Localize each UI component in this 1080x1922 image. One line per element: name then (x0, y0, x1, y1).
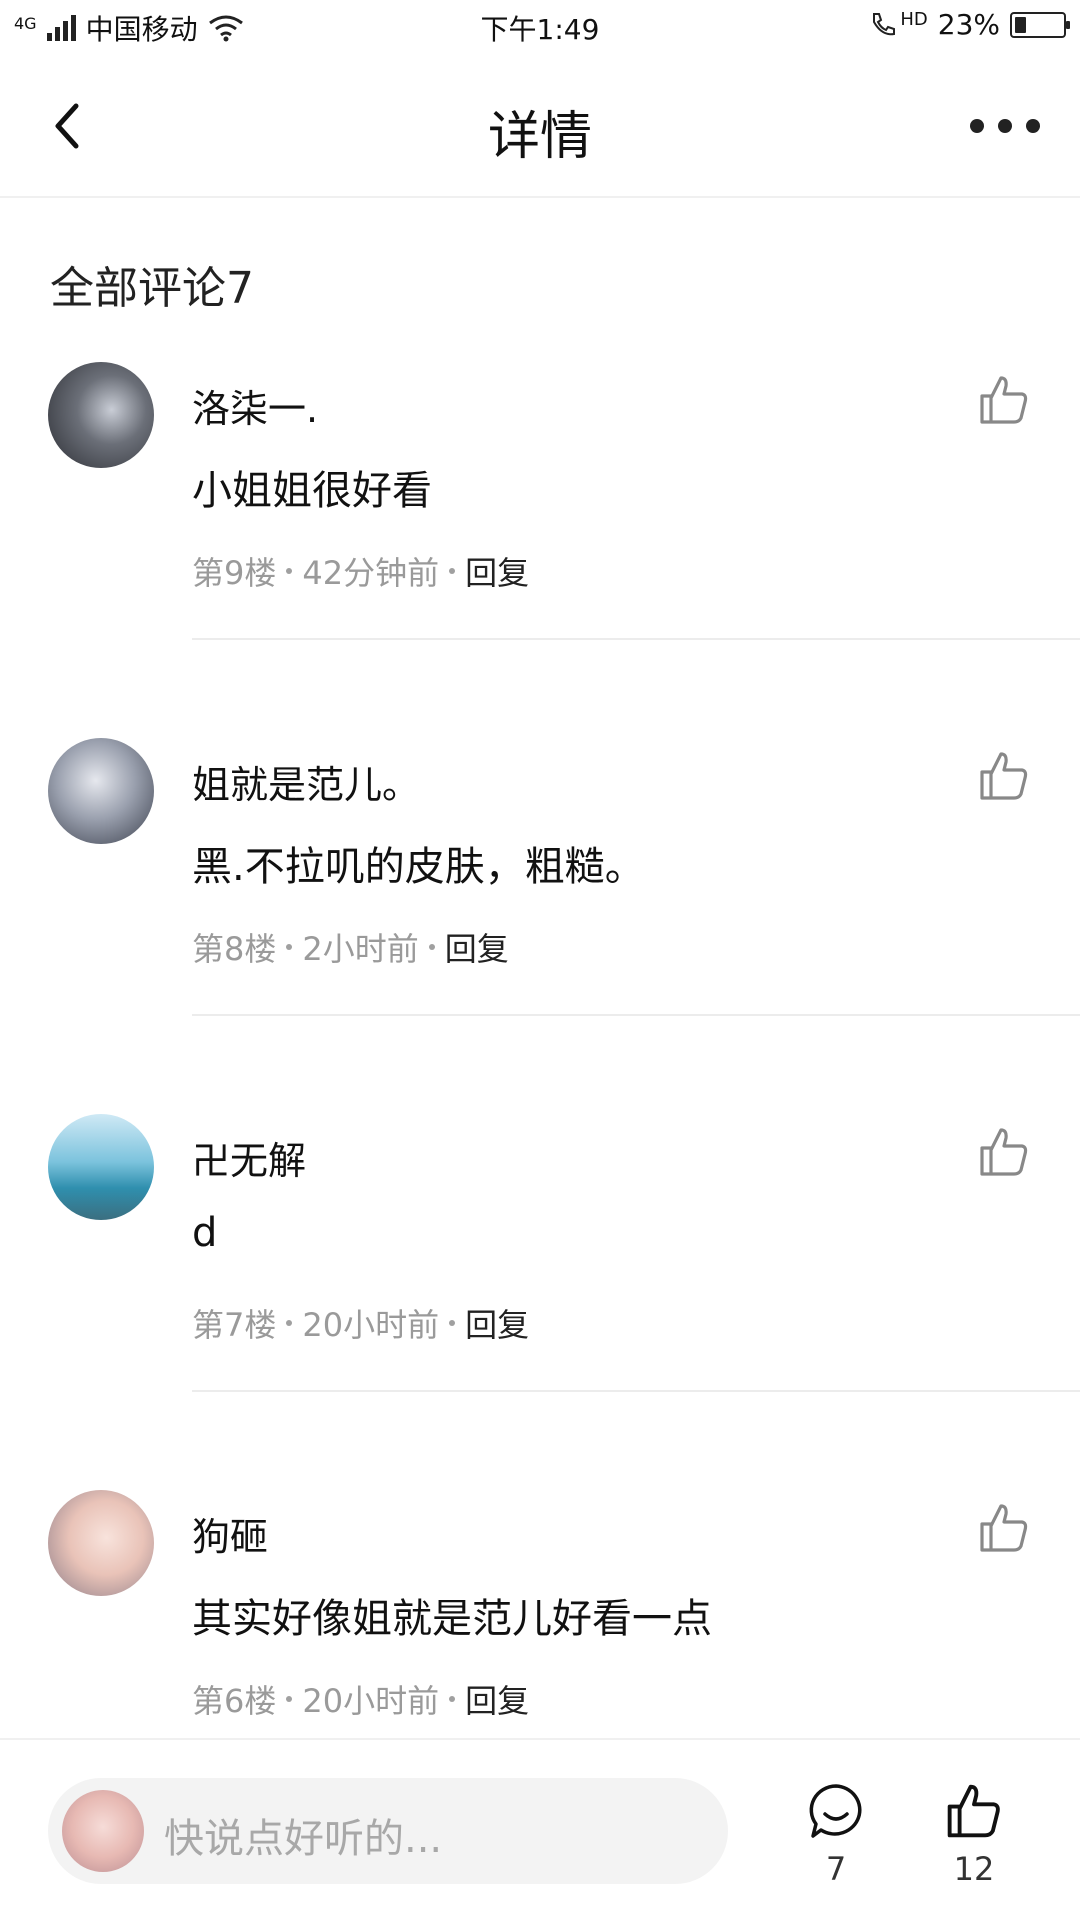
comment-meta: 第8楼 2小时前 回复 (192, 924, 509, 970)
comment-item: 洛柒一. 小姐姐很好看 第9楼 42分钟前 回复 (0, 362, 1080, 738)
avatar[interactable] (48, 1114, 154, 1220)
comment-time: 20小时前 (302, 1306, 440, 1344)
comment-time: 2小时前 (302, 930, 419, 968)
comments-button[interactable]: 7 (796, 1780, 876, 1888)
comment-floor: 第9楼 (192, 554, 277, 592)
comment-author[interactable]: 姐就是范儿。 (192, 754, 420, 809)
more-dot-icon (1026, 119, 1040, 133)
thumbs-up-icon[interactable] (976, 748, 1032, 804)
comment-floor: 第8楼 (192, 930, 277, 968)
volte-call-icon (873, 12, 896, 35)
divider (192, 638, 1080, 640)
more-options-button[interactable] (970, 106, 1040, 146)
header: 详情 (0, 56, 1080, 198)
like-count: 12 (953, 1850, 995, 1888)
hd-label: HD (900, 9, 928, 30)
comment-author[interactable]: 洛柒一. (192, 378, 318, 433)
avatar[interactable] (48, 1490, 154, 1596)
comment-time: 42分钟前 (302, 554, 440, 592)
thumbs-up-icon[interactable] (976, 1500, 1032, 1556)
comment-bubble-icon (809, 1784, 862, 1838)
comments-heading: 全部评论7 (50, 263, 254, 314)
comment-text: 小姐姐很好看 (192, 468, 432, 514)
comment-author[interactable]: 狗砸 (192, 1506, 268, 1561)
comment-floor: 第7楼 (192, 1306, 277, 1344)
battery-icon (1010, 11, 1070, 38)
reply-button[interactable]: 回复 (445, 924, 509, 970)
comment-author[interactable]: 卍无解 (192, 1130, 306, 1185)
comment-floor: 第6楼 (192, 1682, 277, 1720)
comment-meta: 第6楼 20小时前 回复 (192, 1676, 529, 1722)
comment-time: 20小时前 (302, 1682, 440, 1720)
comment-meta: 第7楼 20小时前 回复 (192, 1300, 529, 1346)
avatar[interactable] (48, 362, 154, 468)
like-post-button[interactable]: 12 (934, 1780, 1014, 1888)
comment-item: 卍无解 d 第7楼 20小时前 回复 (0, 1114, 1080, 1490)
comment-input[interactable]: 快说点好听的... (48, 1778, 728, 1884)
more-dot-icon (998, 119, 1012, 133)
thumbs-up-icon (947, 1784, 1000, 1838)
bottom-bar: 快说点好听的... 7 12 (0, 1738, 1080, 1922)
reply-button[interactable]: 回复 (465, 1300, 529, 1346)
battery-percent: 23% (937, 8, 1000, 41)
thumbs-up-icon[interactable] (976, 372, 1032, 428)
page-title: 详情 (487, 107, 592, 167)
comment-item: 姐就是范儿。 黑.不拉叽的皮肤，粗糙。 第8楼 2小时前 回复 (0, 738, 1080, 1114)
divider (192, 1390, 1080, 1392)
status-bar: 4G 中国移动 下午1:49 HD 23% (0, 0, 1080, 56)
my-avatar (62, 1790, 144, 1872)
comment-input-placeholder: 快说点好听的... (164, 1816, 443, 1862)
reply-button[interactable]: 回复 (465, 548, 529, 594)
divider (192, 1014, 1080, 1016)
comment-text: d (192, 1210, 218, 1256)
comment-meta: 第9楼 42分钟前 回复 (192, 548, 529, 594)
comment-text: 黑.不拉叽的皮肤，粗糙。 (192, 844, 645, 890)
comment-count: 7 (825, 1850, 847, 1888)
avatar[interactable] (48, 738, 154, 844)
more-dot-icon (970, 119, 984, 133)
comment-text: 其实好像姐就是范儿好看一点 (192, 1596, 712, 1642)
thumbs-up-icon[interactable] (976, 1124, 1032, 1180)
reply-button[interactable]: 回复 (465, 1676, 529, 1722)
